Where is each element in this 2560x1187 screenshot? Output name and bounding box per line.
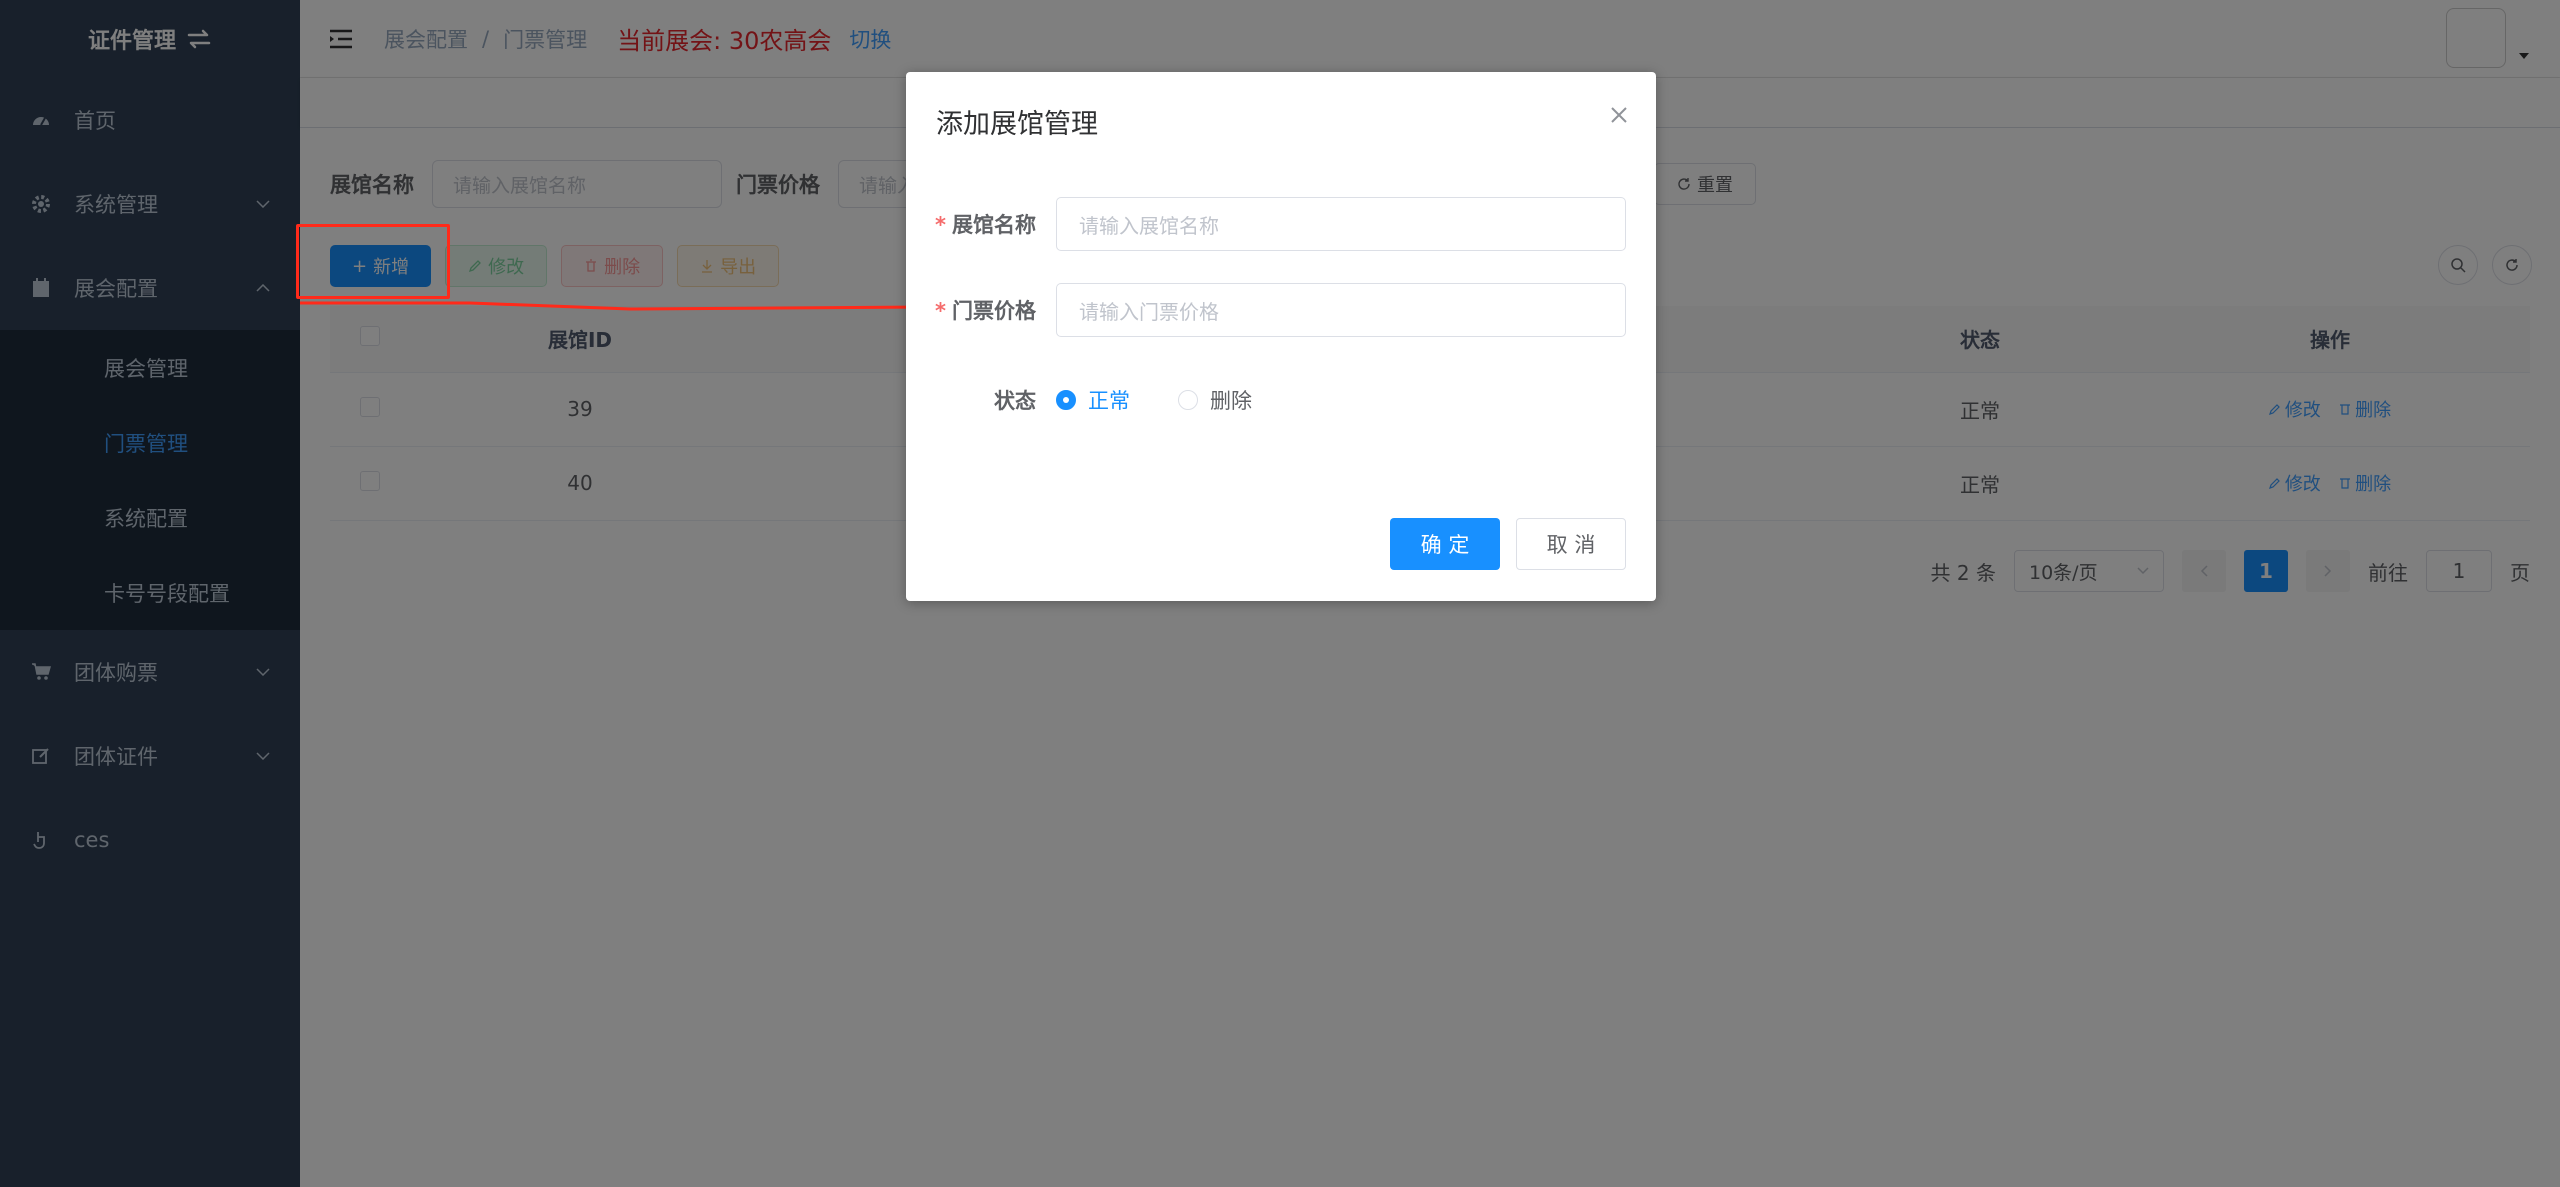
status-radio-deleted[interactable]: 删除 bbox=[1178, 385, 1252, 415]
add-hall-dialog: 添加展馆管理 * 展馆名称 请输入展馆名称 * 门票价格 请输入门票价格 状态 正常… bbox=[906, 72, 1656, 601]
radio-label: 正常 bbox=[1088, 389, 1130, 413]
price-field[interactable]: 请输入门票价格 bbox=[1056, 283, 1626, 337]
annotation-arrow-icon bbox=[300, 299, 934, 315]
status-form-label: 状态 bbox=[994, 389, 1036, 413]
dialog-title: 添加展馆管理 bbox=[936, 109, 1098, 140]
close-icon[interactable] bbox=[1608, 104, 1630, 126]
hall-name-form-label: 展馆名称 bbox=[952, 213, 1036, 237]
radio-dot bbox=[1056, 390, 1076, 410]
annotation-highlight-box bbox=[296, 224, 450, 299]
hall-name-field[interactable]: 请输入展馆名称 bbox=[1056, 197, 1626, 251]
form-row-status: 状态 正常 删除 bbox=[906, 372, 1626, 428]
required-mark: * bbox=[935, 213, 946, 237]
status-radio-normal[interactable]: 正常 bbox=[1056, 385, 1130, 415]
dialog-footer: 确 定 取 消 bbox=[1390, 518, 1626, 570]
required-mark: * bbox=[935, 299, 946, 323]
price-form-label: 门票价格 bbox=[952, 299, 1036, 323]
radio-label: 删除 bbox=[1210, 389, 1252, 413]
form-label: * 展馆名称 bbox=[906, 209, 1056, 239]
radio-dot bbox=[1178, 390, 1198, 410]
cancel-button[interactable]: 取 消 bbox=[1516, 518, 1626, 570]
form-row-hall-name: * 展馆名称 请输入展馆名称 bbox=[906, 197, 1626, 251]
confirm-button[interactable]: 确 定 bbox=[1390, 518, 1500, 570]
form-label: * 门票价格 bbox=[906, 295, 1056, 325]
form-row-price: * 门票价格 请输入门票价格 bbox=[906, 283, 1626, 337]
